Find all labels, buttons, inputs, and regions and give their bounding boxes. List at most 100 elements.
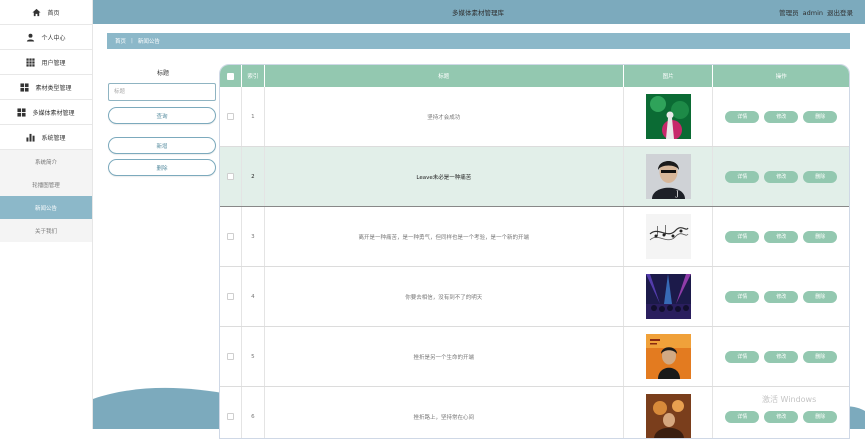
edit-button[interactable]: 修改 <box>764 410 799 423</box>
table-row[interactable]: 5 挫折是另一个生命的开端 详情 修改 删除 <box>220 327 849 387</box>
menu-label-system: 系统管理 <box>41 134 66 142</box>
news-thumbnail[interactable] <box>645 214 691 259</box>
user-icon <box>27 33 35 42</box>
submenu-item-carousel[interactable]: 轮播图管理 <box>0 173 92 196</box>
news-thumbnail[interactable] <box>645 274 691 319</box>
delete-button[interactable]: 删除 <box>803 290 838 303</box>
table-row[interactable]: 4 你要去相信，没有到不了的明天 详情 修改 删除 <box>220 267 849 327</box>
row-checkbox[interactable] <box>226 233 234 240</box>
menu-label-personal-center: 个人中心 <box>41 34 66 42</box>
detail-button[interactable]: 详情 <box>725 230 760 243</box>
row-ops: 详情 修改 删除 <box>713 87 849 146</box>
row-title: Leave未必是一种痛苦 <box>265 147 624 206</box>
menu-item-system[interactable]: 系统管理 <box>0 125 92 150</box>
header-ops: 操作 <box>775 74 787 80</box>
detail-button[interactable]: 详情 <box>725 170 760 183</box>
detail-button[interactable]: 详情 <box>725 350 760 363</box>
submenu-item-news[interactable]: 新闻公告 <box>0 196 92 219</box>
grid-icon <box>17 107 27 117</box>
menu-label-home: 首页 <box>47 9 60 17</box>
row-image-cell <box>624 207 714 266</box>
row-checkbox-cell <box>220 267 242 326</box>
table-header: 索引 标题 图片 操作 <box>220 65 849 87</box>
row-checkbox-cell <box>220 327 242 386</box>
batch-delete-button[interactable]: 删除 <box>108 159 216 176</box>
news-thumbnail[interactable] <box>645 94 691 139</box>
row-title: 坚持才会成功 <box>265 87 624 146</box>
edit-button[interactable]: 修改 <box>764 350 799 363</box>
submenu-item-system-intro[interactable]: 系统简介 <box>0 150 92 173</box>
row-checkbox[interactable] <box>226 293 234 300</box>
title-filter-label: 标题 <box>156 70 169 77</box>
row-image-cell <box>624 267 714 326</box>
header-image: 图片 <box>624 65 714 87</box>
menu-label-multimedia: 多媒体素材管理 <box>32 109 75 117</box>
row-title: 挫折路上，坚持常在心间 <box>265 387 624 438</box>
add-button[interactable]: 新增 <box>108 137 216 154</box>
menu-item-material-type[interactable]: 素材类型管理 <box>0 75 92 100</box>
edit-button[interactable]: 修改 <box>764 110 799 123</box>
edit-button[interactable]: 修改 <box>764 170 799 183</box>
breadcrumb-separator: | <box>131 38 133 44</box>
row-index: 3 <box>242 207 265 266</box>
row-title: 你要去相信，没有到不了的明天 <box>265 267 624 326</box>
logout-link[interactable]: 退出登录 <box>827 9 853 17</box>
row-checkbox[interactable] <box>226 113 234 120</box>
submenu-item-about[interactable]: 关于我们 <box>0 219 92 242</box>
header-index: 索引 <box>242 65 265 87</box>
header-checkbox-cell <box>220 65 242 87</box>
row-image-cell: J <box>624 147 714 206</box>
row-checkbox-cell <box>220 87 242 146</box>
menu-item-user-management[interactable]: 用户管理 <box>0 50 92 75</box>
detail-button[interactable]: 详情 <box>725 110 760 123</box>
delete-button[interactable]: 删除 <box>803 230 838 243</box>
row-checkbox[interactable] <box>226 173 234 180</box>
row-index: 4 <box>242 267 265 326</box>
delete-button[interactable]: 删除 <box>803 110 838 123</box>
row-checkbox-cell <box>220 387 242 438</box>
row-image-cell <box>624 387 714 439</box>
row-ops: 详情 修改 删除 <box>713 147 849 206</box>
breadcrumb-home[interactable]: 首页 <box>115 37 126 45</box>
grid-icon <box>20 82 30 92</box>
title-search-input[interactable] <box>108 83 216 101</box>
home-icon <box>32 8 42 16</box>
detail-button[interactable]: 详情 <box>725 290 760 303</box>
app-title: 多媒体素材管理库 <box>452 9 504 17</box>
row-title: 挫折是另一个生命的开端 <box>265 327 624 386</box>
bar-chart-icon <box>26 133 36 142</box>
menu-item-home[interactable]: 首页 <box>0 0 92 25</box>
delete-button[interactable]: 删除 <box>803 170 838 183</box>
svg-text:J: J <box>675 190 679 198</box>
select-all-checkbox[interactable] <box>226 72 234 80</box>
detail-button[interactable]: 详情 <box>725 410 760 423</box>
table-row[interactable]: 1 坚持才会成功 详情 修改 删除 <box>220 87 849 147</box>
table-row[interactable]: 2 Leave未必是一种痛苦 J 详情 修改 删除 <box>220 147 849 207</box>
news-thumbnail[interactable] <box>645 394 691 439</box>
menu-item-multimedia[interactable]: 多媒体素材管理 <box>0 100 92 125</box>
filter-panel: 标题 查询 新增 删除 <box>108 68 218 176</box>
table-row[interactable]: 3 离开是一种痛苦，是一种勇气，但同样也是一个考验，是一个新的开端 详情 修改 … <box>220 207 849 267</box>
news-thumbnail[interactable] <box>645 334 691 379</box>
news-thumbnail[interactable]: J <box>645 154 691 199</box>
edit-button[interactable]: 修改 <box>764 230 799 243</box>
row-checkbox-cell <box>220 207 242 266</box>
row-image-cell <box>624 87 714 146</box>
row-index: 5 <box>242 327 265 386</box>
row-checkbox[interactable] <box>226 413 234 420</box>
user-role: 管理员 <box>779 9 799 17</box>
menu-item-personal-center[interactable]: 个人中心 <box>0 25 92 50</box>
delete-button[interactable]: 删除 <box>803 410 838 423</box>
user-area: 管理员 admin 退出登录 <box>775 7 853 17</box>
search-button[interactable]: 查询 <box>108 107 216 124</box>
edit-button[interactable]: 修改 <box>764 290 799 303</box>
username: admin <box>802 9 823 17</box>
delete-button[interactable]: 删除 <box>803 350 838 363</box>
news-table: 索引 标题 图片 操作 1 坚持才会成功 详情 修改 删除 2 Leave未必是… <box>219 64 850 439</box>
row-ops: 详情 修改 删除 <box>713 387 849 438</box>
table-row[interactable]: 6 挫折路上，坚持常在心间 详情 修改 删除 <box>220 387 849 439</box>
row-index: 1 <box>242 87 265 146</box>
menu-label-material-type: 素材类型管理 <box>35 84 72 92</box>
row-checkbox[interactable] <box>226 353 234 360</box>
sidebar: 首页 个人中心 用户管理 素材类型管理 多媒体素材管理 系统管理 系统简介 轮播… <box>0 0 93 429</box>
